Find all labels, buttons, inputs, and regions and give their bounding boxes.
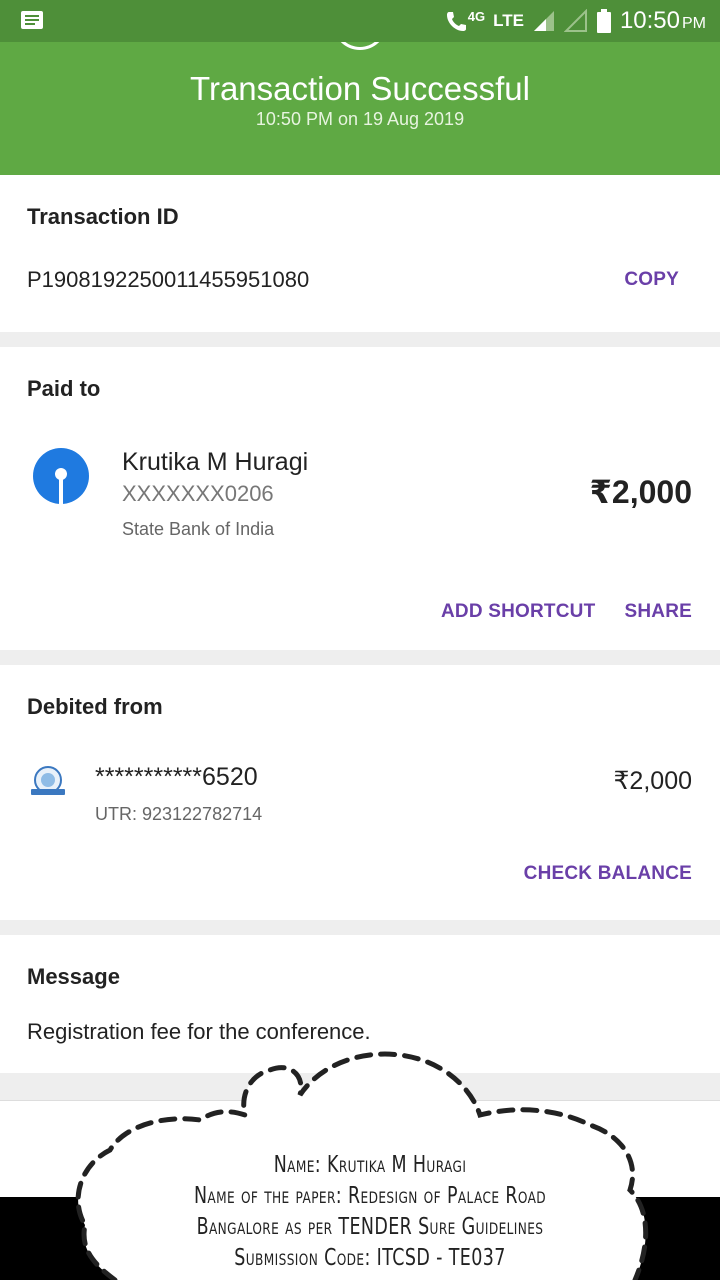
- message-icon: [21, 11, 43, 29]
- clock-time: 10:50: [619, 7, 680, 34]
- payee-account: XXXXXXX0206: [122, 481, 274, 506]
- message-label: Message: [27, 964, 120, 989]
- paid-to-label: Paid to: [27, 376, 101, 401]
- transaction-id-card: Transaction ID P1908192250011455951080 C…: [0, 175, 720, 332]
- clock-ampm: PM: [682, 15, 706, 32]
- transaction-id-value: P1908192250011455951080: [27, 267, 310, 292]
- signal-empty-icon: [563, 9, 587, 32]
- transaction-datetime: 10:50 PM on 19 Aug 2019: [255, 109, 465, 129]
- share-button[interactable]: SHARE: [624, 601, 692, 623]
- bank-logo-icon: [31, 766, 65, 795]
- debit-account: ***********6520: [95, 763, 258, 791]
- payee-name: Krutika M Huragi: [122, 448, 309, 476]
- debited-from-label: Debited from: [27, 694, 163, 719]
- payee-bank: State Bank of India: [122, 519, 275, 539]
- annotation-text: Name: Krutika M Huragi Name of the paper…: [188, 1150, 553, 1274]
- success-header: Transaction Successful 10:50 PM on 19 Au…: [0, 42, 720, 175]
- copy-button[interactable]: COPY: [624, 269, 679, 291]
- annotation-line-2: Name of the paper: Redesign of Palace Ro…: [193, 1183, 547, 1209]
- annotation-line-4: Submission Code: ITCSD - TE037: [234, 1245, 506, 1271]
- wifi-calling-icon: [446, 12, 466, 31]
- check-balance-button[interactable]: CHECK BALANCE: [524, 863, 692, 885]
- signal-icon: [533, 11, 554, 31]
- sbi-logo-icon: [33, 448, 89, 504]
- annotation-line-1: Name: Krutika M Huragi: [273, 1152, 467, 1178]
- clock: 10:50 PM: [620, 7, 706, 35]
- transaction-id-label: Transaction ID: [27, 204, 179, 229]
- paid-to-card: Paid to Krutika M Huragi XXXXXXX0206 Sta…: [0, 347, 720, 650]
- paid-amount: ₹2,000: [589, 474, 692, 510]
- debited-amount: ₹2,000: [613, 767, 692, 795]
- battery-icon: [596, 9, 611, 33]
- debited-from-card: Debited from ***********6520 UTR: 923122…: [0, 665, 720, 920]
- page-title: Transaction Successful: [190, 70, 530, 107]
- success-check-icon: [333, 42, 387, 50]
- utr-number: UTR: 923122782714: [95, 804, 263, 824]
- network-type: 4G: [467, 8, 486, 24]
- annotation-line-3: Bangalore as per TENDER Sure Guidelines: [196, 1214, 544, 1240]
- lte-label: LTE: [493, 11, 524, 30]
- status-bar: 4G LTE 10:50 PM: [0, 0, 720, 42]
- add-shortcut-button[interactable]: ADD SHORTCUT: [441, 601, 595, 623]
